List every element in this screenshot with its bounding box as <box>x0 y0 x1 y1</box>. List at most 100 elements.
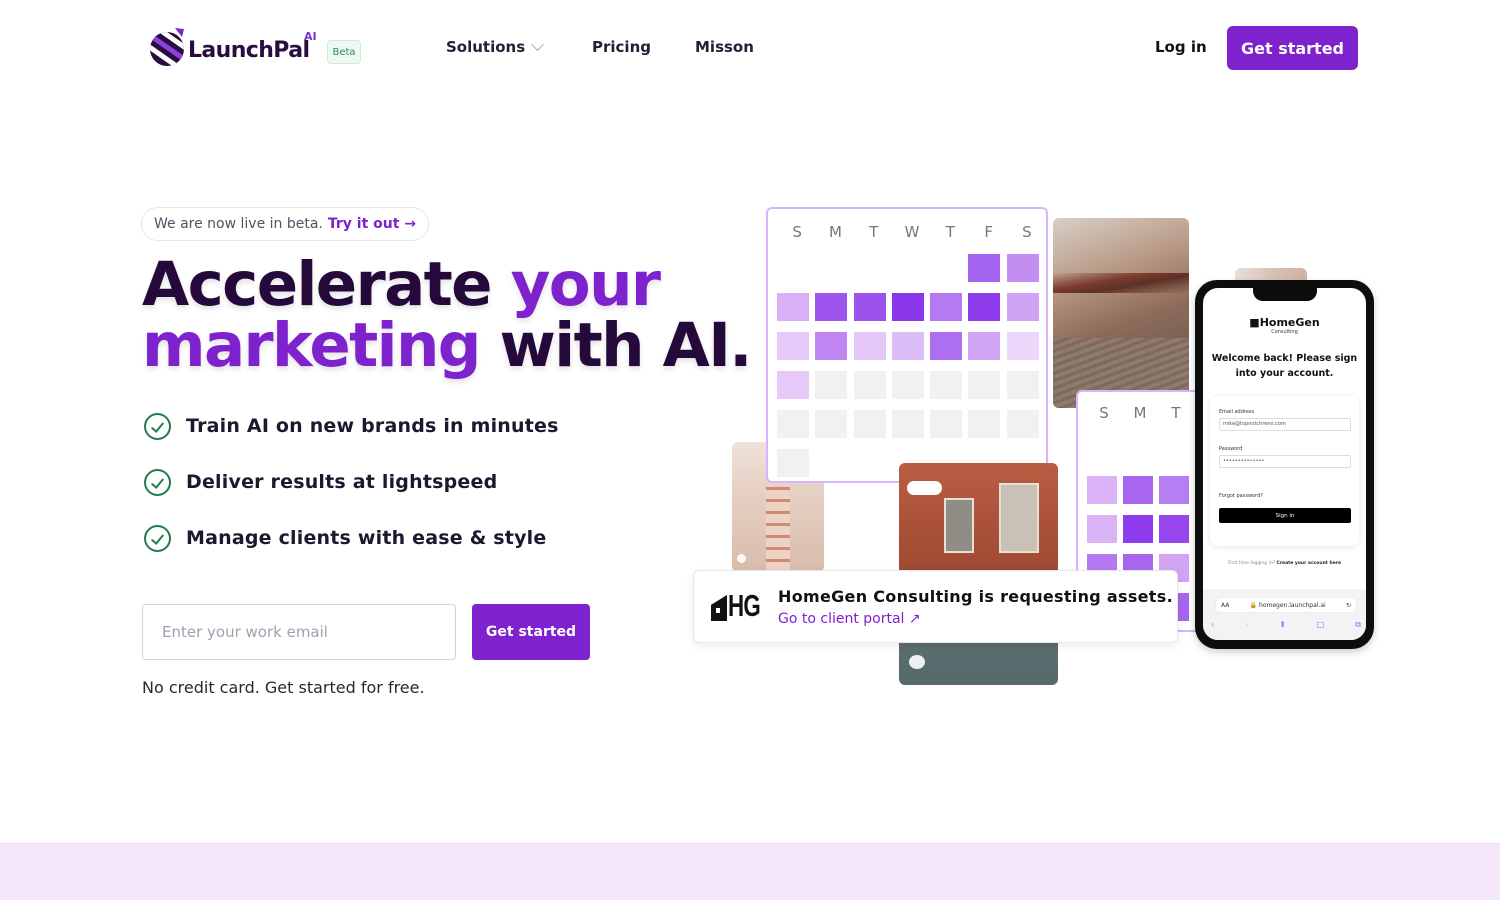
calendar-day-cell <box>1087 476 1117 504</box>
calendar-day-cell <box>968 293 1001 321</box>
work-email-input[interactable] <box>142 604 456 660</box>
phone-password-input[interactable]: •••••••••••••• <box>1219 455 1351 468</box>
calendar-weekday: T <box>1171 404 1181 422</box>
calendar-day-cell <box>815 410 848 438</box>
phone-brand: ■HomeGen <box>1249 316 1320 329</box>
calendar-empty-cell <box>854 254 886 282</box>
calendar-weekday: F <box>984 223 993 241</box>
back-icon[interactable]: ‹ <box>1211 620 1214 630</box>
feature-text: Train AI on new brands in minutes <box>186 415 559 437</box>
share-icon[interactable]: ⬆ <box>1279 620 1286 630</box>
calendar-day-cell <box>777 293 809 321</box>
calendar-empty-cell <box>892 254 924 282</box>
calendar-weekday-header: SMT <box>1086 404 1194 422</box>
phone-email-input[interactable]: mike@topnotchreno.com <box>1219 418 1351 431</box>
calendar-day-cell <box>1159 515 1189 543</box>
login-link[interactable]: Log in <box>1155 38 1207 56</box>
phone-login-card: Email address mike@topnotchreno.com Pass… <box>1210 396 1359 546</box>
calendar-day-cell <box>777 371 809 399</box>
check-circle-icon <box>144 524 171 552</box>
phone-url-text: 🔒 homegen.launchpal.ai <box>1249 601 1326 609</box>
hero-headline: Accelerate your marketing with AI. <box>142 254 752 376</box>
calendar-empty-cell <box>777 254 809 282</box>
asset-request-notification[interactable]: HG HomeGen Consulting is requesting asse… <box>693 570 1178 643</box>
top-navigation: LaunchPal AI Beta Solutions Pricing Miss… <box>0 0 1500 96</box>
phone-create-prefix: First time logging in? <box>1227 561 1276 566</box>
try-it-out-link[interactable]: Try it out → <box>328 216 416 232</box>
calendar-weekday: T <box>869 223 879 241</box>
feature-text: Deliver results at lightspeed <box>186 471 498 493</box>
phone-sign-in-button[interactable]: Sign in <box>1219 508 1351 523</box>
calendar-weekday: M <box>828 223 842 241</box>
calendar-day-cell <box>853 293 886 321</box>
calendar-day-cell <box>815 293 848 321</box>
calendar-day-cell <box>777 410 809 438</box>
photo-skybridge <box>1053 218 1189 408</box>
phone-brand-name: HomeGen <box>1259 316 1320 329</box>
client-portal-link[interactable]: Go to client portal ↗ <box>778 611 921 627</box>
next-section-band <box>0 843 1500 900</box>
calendar-day-cell <box>853 371 886 399</box>
calendar-day-cell <box>1087 515 1117 543</box>
calendar-weekday-header: SMTWTFS <box>778 223 1046 241</box>
phone-url-bar[interactable]: AA 🔒 homegen.launchpal.ai ↻ <box>1216 598 1356 612</box>
homegen-logo: HG <box>711 590 773 621</box>
calendar-day-cell <box>891 332 924 360</box>
bookmarks-icon[interactable]: □ <box>1317 620 1325 630</box>
calendar-day-cell <box>1006 254 1039 282</box>
calendar-day-cell <box>930 293 963 321</box>
calendar-weekday: T <box>945 223 955 241</box>
photo-indicator-dot <box>1064 379 1075 390</box>
feature-item: Manage clients with ease & style <box>144 524 559 552</box>
phone-welcome-text: Welcome back! Please sign into your acco… <box>1211 353 1358 379</box>
feature-item: Deliver results at lightspeed <box>144 468 559 496</box>
hero-get-started-button[interactable]: Get started <box>472 604 590 660</box>
photo-indicator-dot <box>737 554 746 563</box>
reload-icon[interactable]: ↻ <box>1346 602 1351 609</box>
calendar-day-cell <box>968 332 1001 360</box>
nav-get-started-button[interactable]: Get started <box>1227 26 1358 70</box>
calendar-day-cell <box>1006 332 1039 360</box>
phone-notch <box>1252 288 1317 301</box>
no-credit-card-note: No credit card. Get started for free. <box>142 678 425 697</box>
calendar-day-cell <box>1123 476 1153 504</box>
announcement-pill[interactable]: We are now live in beta. Try it out → <box>141 207 430 241</box>
nav-mission[interactable]: Misson <box>695 38 754 56</box>
nav-mission-label: Misson <box>695 38 754 56</box>
calendar-grid <box>777 254 1039 477</box>
calendar-day-cell <box>815 371 848 399</box>
launchpal-logo-icon <box>150 28 184 66</box>
calendar-day-cell <box>930 332 963 360</box>
photo-window <box>999 483 1039 553</box>
calendar-empty-cell <box>930 254 962 282</box>
calendar-weekday: S <box>1099 404 1109 422</box>
calendar-day-cell <box>1159 476 1189 504</box>
calendar-weekday: S <box>1022 223 1032 241</box>
tabs-icon[interactable]: ⧉ <box>1355 620 1361 630</box>
phone-create-account-text: First time logging in? Create your accou… <box>1203 561 1366 566</box>
phone-text-size-button[interactable]: AA <box>1221 602 1229 609</box>
headline-part2: with AI. <box>479 310 753 381</box>
check-circle-icon <box>144 412 171 440</box>
forward-icon[interactable]: › <box>1245 620 1248 630</box>
photo-tag-pill <box>907 481 942 495</box>
check-circle-icon <box>144 468 171 496</box>
phone-browser-bar <box>1203 589 1366 640</box>
nav-links: Solutions Pricing Misson <box>446 37 754 56</box>
photo-window <box>944 498 974 553</box>
calendar-day-cell <box>853 410 886 438</box>
logo[interactable]: LaunchPal AI <box>148 25 317 69</box>
calendar-day-cell <box>968 371 1001 399</box>
feature-list: Train AI on new brands in minutes Delive… <box>144 412 559 580</box>
calendar-day-cell <box>853 332 886 360</box>
house-icon <box>711 595 727 621</box>
calendar-day-cell <box>891 410 924 438</box>
nav-pricing[interactable]: Pricing <box>592 38 695 56</box>
calendar-day-cell <box>968 254 1001 282</box>
phone-forgot-password-link[interactable]: Forgot password? <box>1219 493 1263 499</box>
calendar-day-cell <box>777 449 809 477</box>
nav-solutions[interactable]: Solutions <box>446 37 592 56</box>
phone-password-label: Password <box>1219 446 1243 452</box>
calendar-weekday: W <box>904 223 920 241</box>
phone-create-account-link[interactable]: Create your account here <box>1277 561 1342 566</box>
